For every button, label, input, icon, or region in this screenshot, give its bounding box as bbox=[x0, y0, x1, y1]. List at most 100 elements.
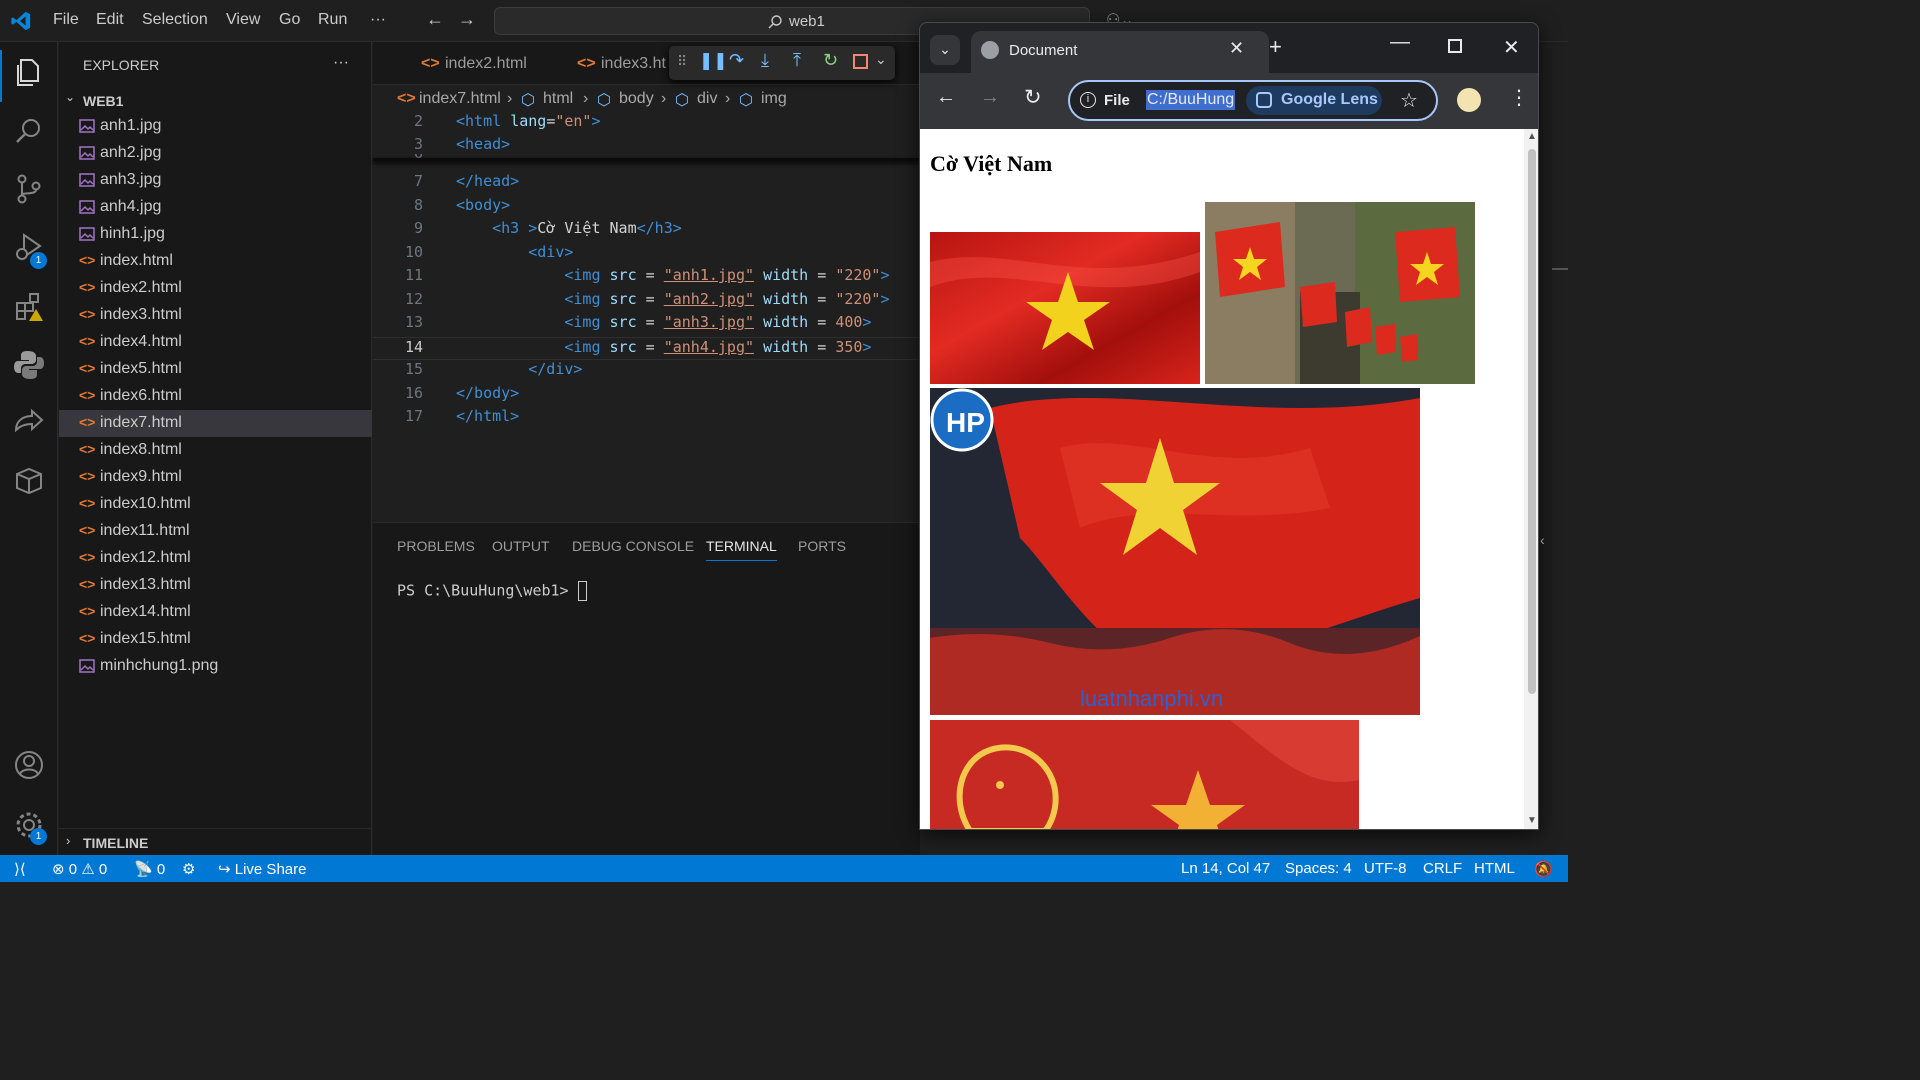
forward-arrow-icon[interactable]: → bbox=[458, 9, 476, 30]
file-item[interactable]: <> index8.html bbox=[59, 437, 372, 464]
file-item[interactable]: <> index13.html bbox=[59, 572, 372, 599]
step-into-icon[interactable]: ⤓ bbox=[761, 50, 769, 71]
menu-file[interactable]: File bbox=[53, 11, 79, 29]
info-icon[interactable]: i bbox=[1080, 92, 1096, 108]
step-out-icon[interactable]: ⤒ bbox=[793, 50, 801, 71]
code-line[interactable]: 16 </body> bbox=[373, 384, 920, 407]
account-icon[interactable] bbox=[12, 748, 46, 782]
close-window-button[interactable]: ✕ bbox=[1503, 35, 1520, 60]
remote-explorer-icon[interactable] bbox=[12, 464, 46, 498]
extensions-icon[interactable] bbox=[12, 290, 46, 324]
step-over-icon[interactable]: ↷ bbox=[729, 50, 744, 71]
run-status-icon[interactable]: ⚙ bbox=[182, 860, 195, 878]
file-item[interactable]: anh3.jpg bbox=[59, 167, 372, 194]
tab-problems[interactable]: PROBLEMS bbox=[397, 538, 475, 554]
file-item[interactable]: <> index15.html bbox=[59, 626, 372, 653]
pause-icon[interactable]: ❚❚ bbox=[699, 51, 728, 71]
breadcrumb-body[interactable]: body bbox=[619, 90, 654, 108]
breadcrumb-div[interactable]: div bbox=[697, 90, 717, 108]
forward-arrow-icon[interactable]: → bbox=[980, 86, 1000, 109]
tab-debug-console[interactable]: DEBUG CONSOLE bbox=[572, 538, 694, 554]
file-item[interactable]: anh4.jpg bbox=[59, 194, 372, 221]
folder-header[interactable]: ⌄ WEB1 bbox=[59, 88, 372, 112]
cursor-position[interactable]: Ln 14, Col 47 bbox=[1181, 860, 1270, 877]
menu-more[interactable]: ··· bbox=[370, 11, 386, 29]
chevron-down-icon[interactable]: ⌄ bbox=[875, 51, 887, 68]
scroll-up-icon[interactable]: ▲ bbox=[1527, 131, 1537, 142]
file-item[interactable]: <> index9.html bbox=[59, 464, 372, 491]
google-lens-chip[interactable]: Google Lens bbox=[1246, 86, 1382, 115]
scroll-thumb[interactable] bbox=[1528, 149, 1536, 694]
code-editor[interactable]: 2 <html lang="en"> 3 <head> 7 </head> 8 <body> 9… bbox=[373, 112, 920, 522]
drag-handle-icon[interactable]: ⠿ bbox=[677, 53, 687, 70]
new-tab-button[interactable]: + bbox=[1269, 34, 1282, 60]
file-item[interactable]: <> index10.html bbox=[59, 491, 372, 518]
restart-icon[interactable]: ↻ bbox=[823, 50, 838, 71]
code-line[interactable]: 12 <img src = "anh2.jpg" width = "220"> bbox=[373, 290, 920, 313]
file-item[interactable]: <> index11.html bbox=[59, 518, 372, 545]
url-text[interactable]: C:/BuuHung bbox=[1146, 90, 1236, 110]
bookmark-star-icon[interactable]: ☆ bbox=[1400, 88, 1418, 113]
address-bar[interactable]: i File C:/BuuHung Google Lens ☆ bbox=[1068, 80, 1438, 121]
notifications-icon[interactable]: 🔕 bbox=[1534, 860, 1553, 878]
tab-index3[interactable]: <> index3.ht bbox=[561, 42, 681, 85]
problems-status[interactable]: ⊗ 0 ⚠ 0 bbox=[52, 860, 107, 878]
menu-go[interactable]: Go bbox=[279, 11, 300, 29]
code-line[interactable]: 7 </head> bbox=[373, 172, 920, 195]
code-line[interactable]: 17 </html> bbox=[373, 407, 920, 430]
file-item[interactable]: hinh1.jpg bbox=[59, 221, 372, 248]
file-item[interactable]: <> index7.html bbox=[59, 410, 372, 437]
tab-terminal[interactable]: TERMINAL bbox=[706, 538, 777, 561]
terminal[interactable]: PS C:\BuuHung\web1> bbox=[397, 581, 587, 601]
menu-selection[interactable]: Selection bbox=[142, 11, 208, 29]
live-share-status[interactable]: ↪ Live Share bbox=[218, 860, 306, 878]
explorer-files-icon[interactable] bbox=[12, 56, 46, 90]
code-line[interactable]: 8 <body> bbox=[373, 196, 920, 219]
stop-icon[interactable] bbox=[853, 54, 868, 69]
encoding[interactable]: UTF-8 bbox=[1364, 860, 1407, 877]
close-tab-icon[interactable]: ✕ bbox=[1229, 38, 1244, 59]
file-item[interactable]: <> index3.html bbox=[59, 302, 372, 329]
code-line[interactable]: 10 <div> bbox=[373, 243, 920, 266]
live-share-icon[interactable] bbox=[12, 406, 46, 440]
reload-icon[interactable]: ↻ bbox=[1024, 85, 1042, 110]
file-item[interactable]: <> index6.html bbox=[59, 383, 372, 410]
file-item[interactable]: <> index.html bbox=[59, 248, 372, 275]
remote-icon[interactable]: ⟩⟨ bbox=[14, 860, 26, 878]
code-line[interactable]: 14 <img src = "anh4.jpg" width = 350> bbox=[373, 337, 920, 360]
menu-kebab-icon[interactable]: ⋮ bbox=[1509, 85, 1529, 110]
ports-status[interactable]: 📡 0 bbox=[134, 860, 165, 878]
menu-edit[interactable]: Edit bbox=[96, 11, 124, 29]
file-item[interactable]: anh2.jpg bbox=[59, 140, 372, 167]
file-item[interactable]: anh1.jpg bbox=[59, 113, 372, 140]
minimize-button[interactable]: — bbox=[1390, 31, 1410, 54]
file-item[interactable]: <> index4.html bbox=[59, 329, 372, 356]
tab-search-button[interactable]: ⌄ bbox=[930, 35, 960, 65]
indentation[interactable]: Spaces: 4 bbox=[1285, 860, 1352, 877]
file-item[interactable]: minhchung1.png bbox=[59, 653, 372, 680]
explorer-more-button[interactable]: ··· bbox=[333, 54, 349, 72]
file-item[interactable]: <> index2.html bbox=[59, 275, 372, 302]
browser-tab[interactable]: Document ✕ bbox=[971, 31, 1269, 73]
code-line[interactable]: 2 <html lang="en"> bbox=[373, 112, 920, 135]
chevron-left-icon[interactable]: ‹ bbox=[1540, 532, 1545, 548]
code-line[interactable]: 15 </div> bbox=[373, 360, 920, 383]
menu-run[interactable]: Run bbox=[318, 11, 347, 29]
code-line[interactable]: 13 <img src = "anh3.jpg" width = 400> bbox=[373, 313, 920, 336]
maximize-button[interactable] bbox=[1448, 39, 1462, 53]
language-mode[interactable]: HTML bbox=[1474, 860, 1515, 877]
tab-ports[interactable]: PORTS bbox=[798, 538, 846, 554]
tab-index2[interactable]: <> index2.html bbox=[405, 42, 560, 85]
file-item[interactable]: <> index5.html bbox=[59, 356, 372, 383]
end-of-line[interactable]: CRLF bbox=[1423, 860, 1462, 877]
tab-output[interactable]: OUTPUT bbox=[492, 538, 550, 554]
file-item[interactable]: <> index14.html bbox=[59, 599, 372, 626]
breadcrumb-html[interactable]: html bbox=[543, 90, 573, 108]
back-arrow-icon[interactable]: ← bbox=[936, 86, 956, 109]
breadcrumb-file[interactable]: index7.html bbox=[419, 90, 501, 108]
menu-view[interactable]: View bbox=[226, 11, 260, 29]
profile-avatar[interactable] bbox=[1457, 88, 1481, 112]
breadcrumb-img[interactable]: img bbox=[761, 90, 787, 108]
file-item[interactable]: <> index12.html bbox=[59, 545, 372, 572]
python-icon[interactable] bbox=[12, 348, 46, 382]
